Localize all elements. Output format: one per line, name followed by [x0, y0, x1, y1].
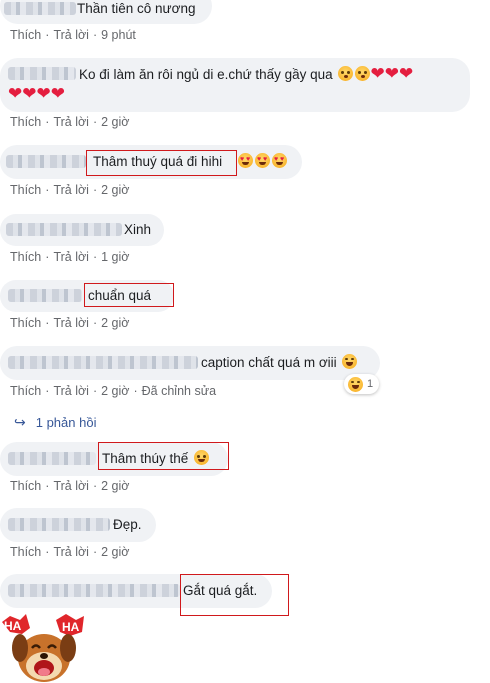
blurred-username: [8, 452, 96, 465]
like-link[interactable]: Thích: [10, 384, 41, 398]
reply-link[interactable]: Trả lời: [53, 115, 89, 129]
like-link[interactable]: Thích: [10, 545, 41, 559]
comment-text: Thâm thúy thế: [102, 450, 210, 468]
laughing-emoji-icon: [342, 354, 358, 369]
heart-eyes-emoji-icon: ♥ ♥: [272, 153, 287, 168]
heart-icon: ❤: [22, 84, 37, 103]
heart-icon: ❤: [398, 64, 414, 83]
emoji-group: ♥ ♥ ♥ ♥ ♥ ♥: [236, 153, 287, 171]
haha-dog-sticker: HA HA: [2, 614, 84, 682]
comment-text: Đẹp.: [113, 517, 142, 532]
comment-text: Gắt quá gắt.: [183, 583, 258, 598]
like-link[interactable]: Thích: [10, 250, 41, 264]
reply-link[interactable]: Trả lời: [53, 183, 89, 197]
view-replies-link[interactable]: ↪ 1 phản hồi: [14, 414, 96, 431]
grinning-emoji-icon: [194, 450, 210, 465]
comment-time: 2 giờ: [101, 479, 130, 493]
blurred-username: [8, 356, 198, 369]
like-link[interactable]: Thích: [10, 115, 41, 129]
comment-time: 2 giờ: [101, 316, 130, 330]
comment-actions: Thích · Trả lời · 2 giờ · Đã chỉnh sửa: [10, 384, 217, 398]
kiss-emoji-icon: [355, 66, 371, 81]
comment-time: 2 giờ: [101, 545, 130, 559]
reaction-count: 1: [367, 378, 374, 390]
reply-link[interactable]: Trả lời: [53, 250, 89, 264]
heart-eyes-emoji-icon: ♥ ♥: [238, 153, 253, 168]
reply-link[interactable]: Trả lời: [53, 384, 89, 398]
heart-icon: ❤: [36, 84, 51, 103]
comment-time: 2 giờ: [101, 115, 130, 129]
kiss-emoji-icon: [338, 66, 354, 81]
heart-icon: ❤: [370, 64, 385, 83]
heart-icon: ❤: [8, 84, 23, 103]
comment-actions: Thích · Trả lời · 2 giờ: [10, 545, 130, 559]
sticker-text-left: HA: [4, 619, 22, 633]
sticker-text-right: HA: [62, 620, 80, 634]
comment-time: 9 phút: [101, 28, 136, 42]
reply-link[interactable]: Trả lời: [53, 479, 89, 493]
comment-text: Ko đi làm ăn rôi ngủ di e.chứ thấy gầy q…: [79, 64, 414, 83]
comment-actions: Thích · Trả lời · 2 giờ: [10, 479, 130, 493]
reply-link[interactable]: Trả lời: [53, 545, 89, 559]
reaction-summary[interactable]: 1: [344, 374, 380, 394]
heart-eyes-emoji-icon: ♥ ♥: [255, 153, 270, 168]
comment-text: caption chất quá m ơiii: [201, 354, 358, 372]
comment-actions: Thích · Trả lời · 1 giờ: [10, 250, 130, 264]
reply-arrow-icon: ↪: [14, 414, 26, 430]
comment-text: Thâm thuý quá đi hihi: [93, 154, 223, 169]
comment-text: Xinh: [124, 222, 152, 237]
like-link[interactable]: Thích: [10, 28, 41, 42]
heart-icon: ❤: [384, 64, 399, 83]
heart-icon: ❤: [50, 84, 65, 103]
blurred-username: [8, 67, 76, 80]
comment-text-line2: ❤❤❤❤: [8, 85, 65, 104]
like-link[interactable]: Thích: [10, 183, 41, 197]
comment-actions: Thích · Trả lời · 2 giờ: [10, 115, 130, 129]
blurred-username: [8, 289, 82, 302]
like-link[interactable]: Thích: [10, 479, 41, 493]
comment-time: 2 giờ: [101, 384, 130, 398]
haha-reaction-icon: [348, 376, 363, 392]
comment-text: chuẩn quá: [88, 288, 152, 303]
reply-link[interactable]: Trả lời: [53, 28, 89, 42]
comment-actions: Thích · Trả lời · 9 phút: [10, 28, 136, 42]
comment-text: Thần tiên cô nương: [77, 1, 196, 16]
blurred-username: [8, 518, 110, 531]
comment-time: 2 giờ: [101, 183, 130, 197]
blurred-username: [4, 2, 76, 15]
blurred-username: [6, 155, 86, 168]
blurred-username: [6, 223, 122, 236]
like-link[interactable]: Thích: [10, 316, 41, 330]
edited-label[interactable]: Đã chỉnh sửa: [142, 384, 216, 398]
comment-actions: Thích · Trả lời · 2 giờ: [10, 316, 130, 330]
view-replies-label: 1 phản hồi: [35, 415, 97, 430]
comment-time: 1 giờ: [101, 250, 130, 264]
comment-actions: Thích · Trả lời · 2 giờ: [10, 183, 130, 197]
blurred-username: [8, 584, 180, 597]
reply-link[interactable]: Trả lời: [53, 316, 89, 330]
